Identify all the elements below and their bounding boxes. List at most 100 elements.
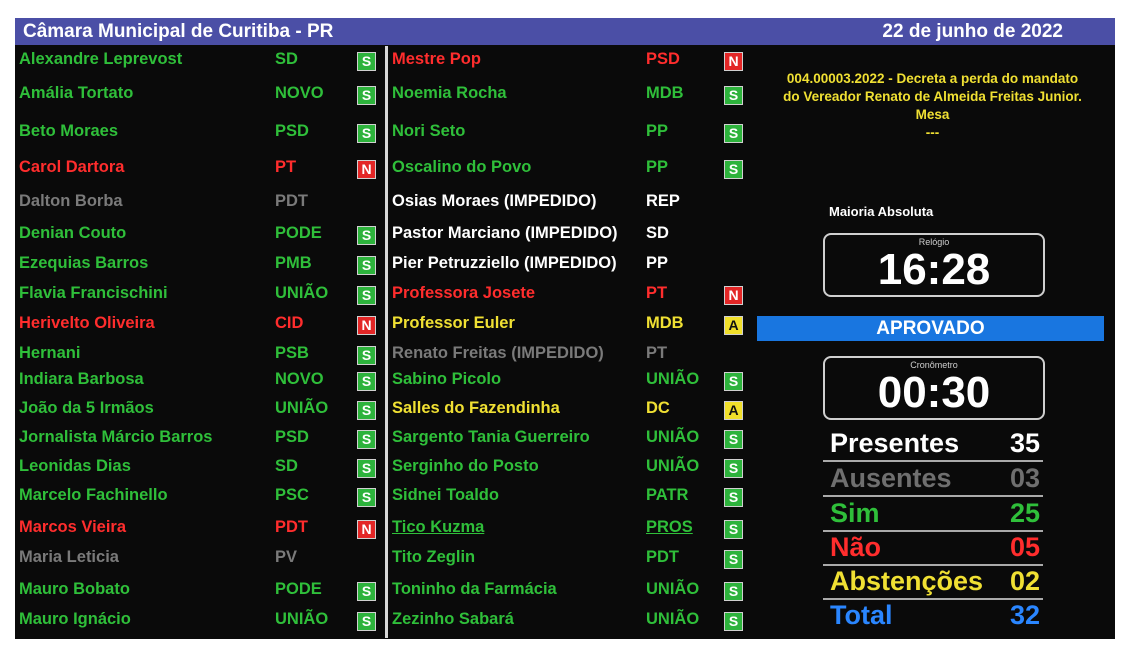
councilor-row: Salles do Fazendinha DC A	[392, 399, 752, 425]
motion-line: do Vereador Renato de Almeida Freitas Ju…	[783, 89, 1082, 104]
councilor-name: Oscalino do Povo	[392, 158, 532, 176]
motion-extra: ---	[925, 125, 940, 140]
councilor-name: Pastor Marciano (IMPEDIDO)	[392, 224, 618, 242]
councilor-name: Mestre Pop	[392, 50, 481, 68]
councilor-row: Hernani PSB S	[19, 344, 379, 370]
vote-badge: S	[724, 488, 743, 507]
councilor-name: Nori Seto	[392, 122, 466, 140]
party-label: PATR	[646, 486, 689, 504]
party-label: PT	[646, 284, 668, 302]
councilor-name: Toninho da Farmácia	[392, 580, 557, 598]
party-label: DC	[646, 399, 670, 417]
councilor-name: Renato Freitas (IMPEDIDO)	[392, 344, 604, 362]
stat-row: Presentes 35	[830, 428, 1040, 458]
column-divider	[385, 46, 388, 638]
councilor-name: Tito Zeglin	[392, 548, 476, 566]
stat-value: 32	[1009, 600, 1040, 630]
councilor-row: Noemia Rocha MDB S	[392, 84, 752, 110]
councilor-name: Alexandre Leprevost	[19, 50, 183, 68]
vote-badge: S	[357, 52, 376, 71]
councilor-row: Sabino Picolo UNIÃO S	[392, 370, 752, 396]
councilor-row: Sidnei Toaldo PATR S	[392, 486, 752, 512]
councilor-row: Mauro Bobato PODE S	[19, 580, 379, 606]
councilor-row: Ezequias Barros PMB S	[19, 254, 379, 280]
vote-badge: S	[724, 124, 743, 143]
party-label: UNIÃO	[275, 284, 329, 302]
councilor-name: Maria Leticia	[19, 548, 119, 566]
councilor-row: Jornalista Márcio Barros PSD S	[19, 428, 379, 454]
clock-display: Relógio 16:28	[823, 233, 1045, 297]
councilor-row: Marcelo Fachinello PSC S	[19, 486, 379, 512]
councilor-name: Indiara Barbosa	[19, 370, 144, 388]
party-label: PP	[646, 122, 669, 140]
councilor-name: Leonidas Dias	[19, 457, 131, 475]
stat-row: Sim 25	[830, 498, 1040, 528]
vote-badge: S	[357, 401, 376, 420]
vote-badge: S	[357, 372, 376, 391]
councilor-name: Amália Tortato	[19, 84, 134, 102]
motion-author: Mesa	[915, 107, 950, 122]
party-label: UNIÃO	[646, 610, 700, 628]
vote-badge: S	[724, 520, 743, 539]
councilor-name: Denian Couto	[19, 224, 127, 242]
councilor-row: Nori Seto PP S	[392, 122, 752, 148]
party-label: NOVO	[275, 370, 324, 388]
vote-badge: A	[724, 401, 743, 420]
councilor-name: Sargento Tania Guerreiro	[392, 428, 590, 446]
councilor-name: Flavia Francischini	[19, 284, 168, 302]
councilor-row: Serginho do Posto UNIÃO S	[392, 457, 752, 483]
stat-row: Abstenções 02	[830, 566, 1040, 596]
session-date: 22 de junho de 2022	[882, 21, 1063, 42]
stat-row: Total 32	[830, 600, 1040, 630]
vote-badge: S	[357, 488, 376, 507]
stat-separator	[823, 495, 1043, 497]
party-label: PODE	[275, 224, 322, 242]
party-label: MDB	[646, 84, 684, 102]
stat-value: 25	[1009, 498, 1040, 528]
councilor-row: Leonidas Dias SD S	[19, 457, 379, 483]
party-label: UNIÃO	[646, 457, 700, 475]
councilor-row: Professor Euler MDB A	[392, 314, 752, 340]
councilor-row: Oscalino do Povo PP S	[392, 158, 752, 184]
vote-badge: N	[724, 286, 743, 305]
vote-badge: N	[357, 520, 376, 539]
party-label: PSD	[275, 122, 309, 140]
party-label: UNIÃO	[275, 399, 329, 417]
party-label: UNIÃO	[646, 370, 700, 388]
vote-badge: S	[357, 459, 376, 478]
stat-value: 05	[1009, 532, 1040, 562]
councilor-name: Sabino Picolo	[392, 370, 502, 388]
party-label: UNIÃO	[646, 580, 700, 598]
party-label: PSD	[646, 50, 680, 68]
councilor-row: Dalton Borba PDT	[19, 192, 379, 218]
councilor-name: Professora Josete	[392, 284, 536, 302]
councilor-name: Pier Petruzziello (IMPEDIDO)	[392, 254, 617, 272]
party-label: PDT	[275, 192, 308, 210]
councilor-name: Dalton Borba	[19, 192, 123, 210]
vote-badge: S	[724, 582, 743, 601]
stat-value: 02	[1009, 566, 1040, 596]
party-label: MDB	[646, 314, 684, 332]
vote-badge: S	[357, 346, 376, 365]
councilor-row: Osias Moraes (IMPEDIDO) REP	[392, 192, 752, 218]
timer-value: 00:30	[877, 368, 991, 417]
party-label: SD	[275, 457, 298, 475]
councilor-name: Marcos Vieira	[19, 518, 127, 536]
party-label: PT	[646, 344, 668, 362]
party-label: REP	[646, 192, 680, 210]
vote-badge: S	[357, 124, 376, 143]
councilor-row: Alexandre Leprevost SD S	[19, 50, 379, 76]
councilor-name: Zezinho Sabará	[392, 610, 514, 628]
stat-row: Não 05	[830, 532, 1040, 562]
vote-badge: S	[724, 550, 743, 569]
councilor-name: Marcelo Fachinello	[19, 486, 168, 504]
councilor-name: Mauro Bobato	[19, 580, 130, 598]
vote-badge: N	[357, 160, 376, 179]
councilor-row: Indiara Barbosa NOVO S	[19, 370, 379, 396]
party-label: PV	[275, 548, 298, 566]
stat-label: Presentes	[830, 428, 960, 458]
stat-label: Abstenções	[830, 566, 984, 596]
vote-badge: N	[357, 316, 376, 335]
party-label: PSD	[275, 428, 309, 446]
councilor-name: Tico Kuzma	[392, 518, 485, 536]
